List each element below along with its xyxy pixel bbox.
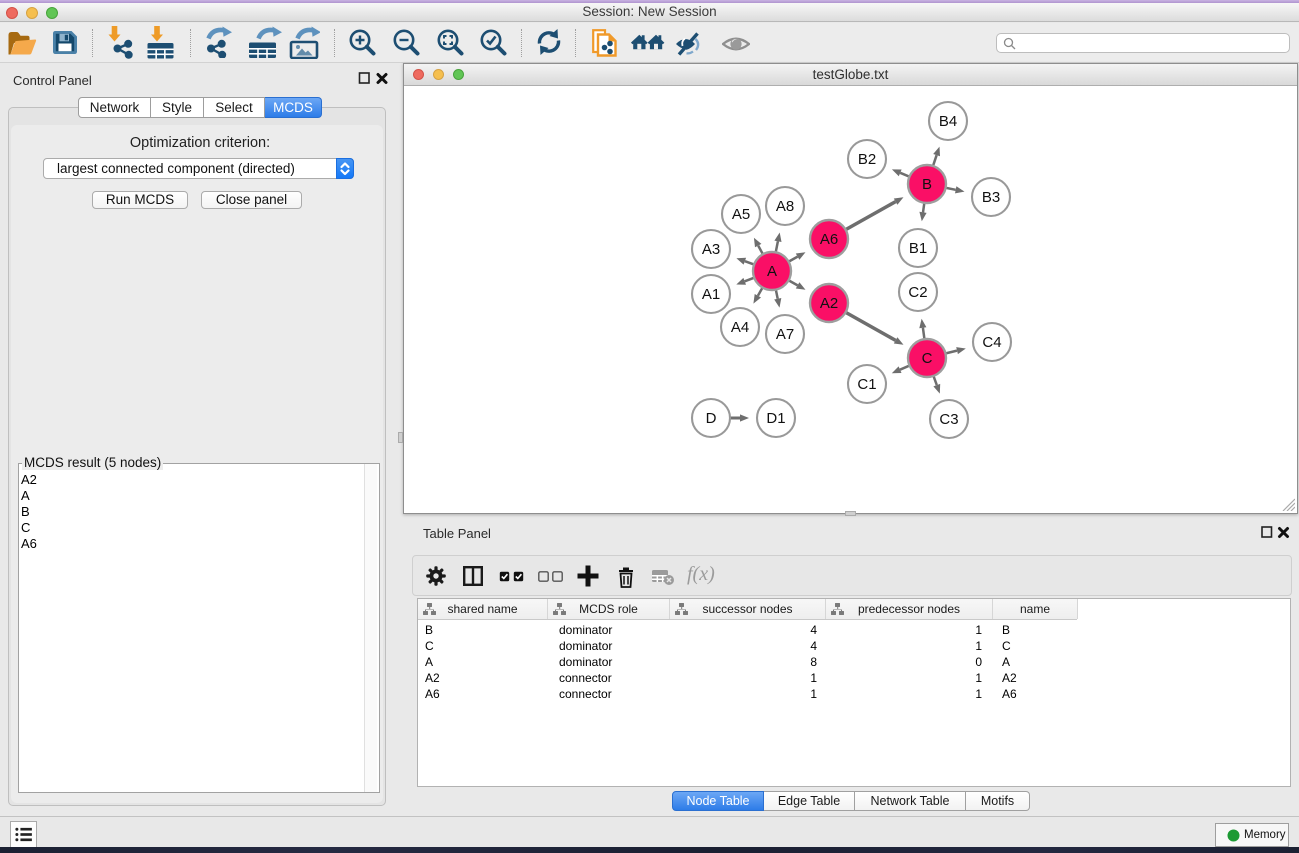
svg-text:B2: B2 — [858, 151, 876, 168]
svg-text:B4: B4 — [939, 113, 957, 130]
svg-text:B: B — [922, 176, 932, 193]
svg-text:A3: A3 — [702, 241, 720, 258]
svg-text:C1: C1 — [857, 376, 876, 393]
svg-text:A5: A5 — [732, 206, 750, 223]
svg-text:B3: B3 — [982, 189, 1000, 206]
svg-text:A1: A1 — [702, 286, 720, 303]
svg-text:D: D — [706, 410, 717, 427]
svg-text:A2: A2 — [820, 295, 838, 312]
svg-text:D1: D1 — [766, 410, 785, 427]
svg-text:A4: A4 — [731, 319, 749, 336]
svg-text:B1: B1 — [909, 240, 927, 257]
svg-text:C: C — [922, 350, 933, 367]
svg-text:A6: A6 — [820, 231, 838, 248]
svg-text:A7: A7 — [776, 326, 794, 343]
svg-text:C2: C2 — [908, 284, 927, 301]
svg-text:C4: C4 — [982, 334, 1001, 351]
svg-text:C3: C3 — [939, 411, 958, 428]
svg-text:A: A — [767, 263, 777, 280]
svg-text:A8: A8 — [776, 198, 794, 215]
